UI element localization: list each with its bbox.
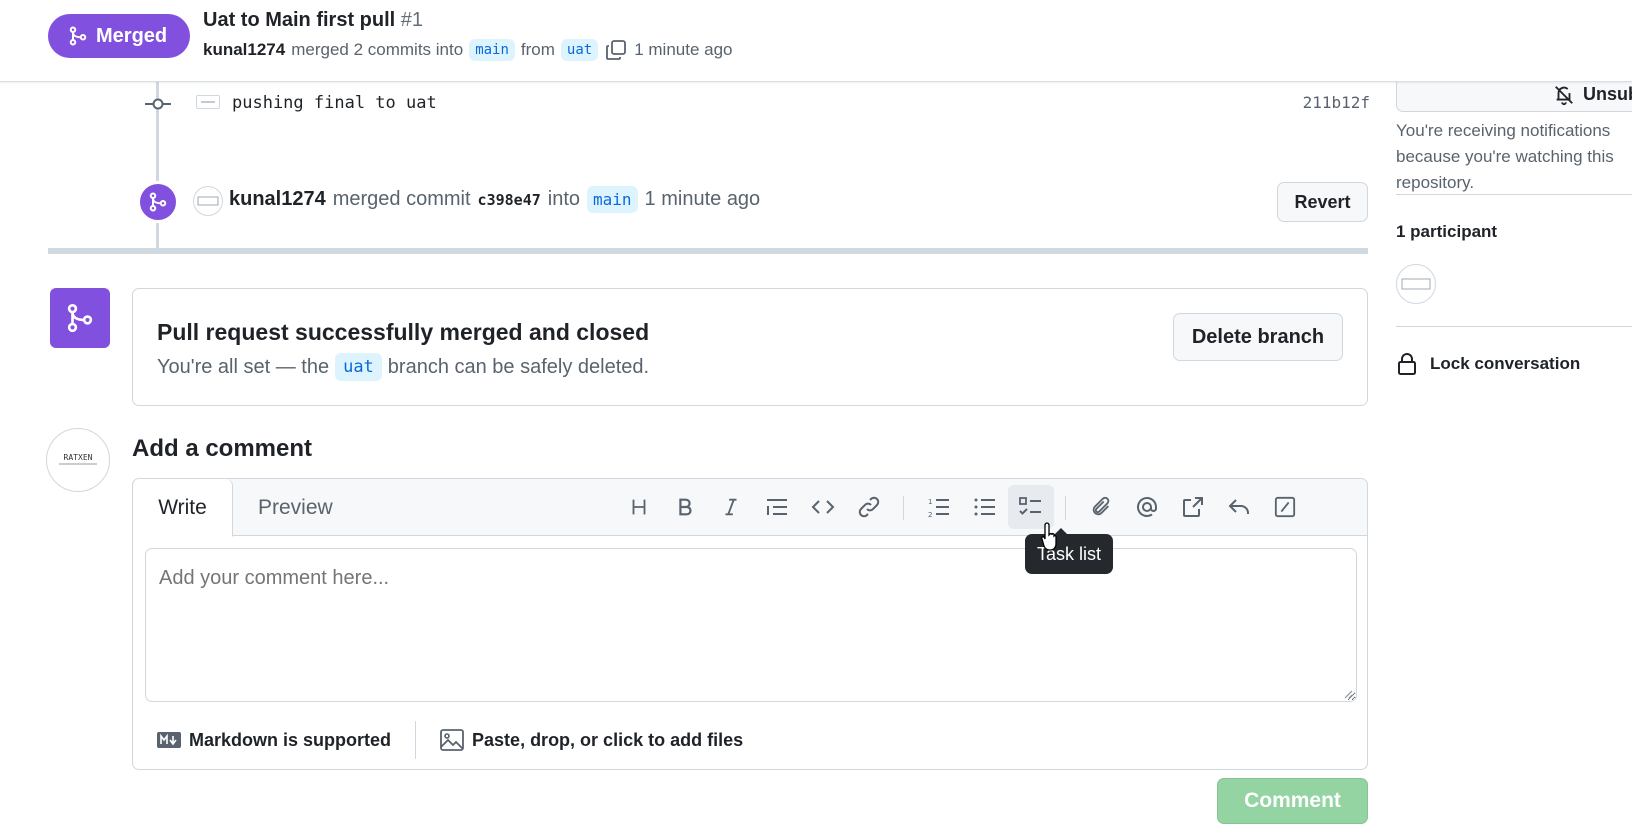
markdown-label: Markdown is supported (189, 729, 392, 750)
avatar-logo-text: RATXEN (64, 453, 93, 462)
toolbar-divider (1065, 496, 1066, 520)
merge-event-text: kunal1274 merged commit c398e47 into mai… (229, 186, 760, 213)
footer-divider (415, 721, 417, 759)
participants-heading: 1 participant (1396, 222, 1498, 241)
sidebar-divider (1396, 194, 1632, 195)
pr-author-link[interactable]: kunal1274 (203, 40, 285, 60)
markdown-icon (157, 732, 181, 748)
saved-reply-icon[interactable] (1216, 485, 1262, 529)
merge-author-link[interactable]: kunal1274 (229, 188, 326, 211)
add-comment-heading: Add a comment (132, 435, 313, 462)
merged-sub-suffix: branch can be safely deleted. (387, 355, 650, 378)
heading-icon[interactable] (616, 485, 662, 529)
sidebar-divider (1396, 326, 1632, 327)
attach-files-link[interactable]: Paste, drop, or click to add files (440, 729, 743, 751)
comment-footer: Markdown is supported Paste, drop, or cl… (133, 711, 1367, 769)
merge-commit-sha[interactable]: c398e47 (478, 191, 541, 209)
bell-slash-icon (1553, 84, 1575, 106)
link-icon[interactable] (846, 485, 892, 529)
current-user-avatar[interactable]: RATXEN (46, 428, 110, 492)
notification-reason: You're receiving notifications because y… (1396, 121, 1614, 192)
merge-action-text: merged commit (332, 188, 471, 210)
participant-avatar[interactable] (1396, 264, 1436, 304)
bold-icon[interactable] (662, 485, 708, 529)
code-icon[interactable] (800, 485, 846, 529)
lock-label: Lock conversation (1430, 354, 1581, 373)
commit-icon (145, 96, 171, 112)
pr-time: 1 minute ago (634, 40, 733, 59)
pr-title: Uat to Main first pull #1 (203, 9, 423, 32)
svg-text:2: 2 (928, 511, 932, 518)
mention-icon[interactable] (1124, 485, 1170, 529)
lock-conversation-button[interactable]: Lock conversation (1396, 352, 1580, 376)
commit-author-avatar[interactable] (196, 95, 220, 109)
toolbar-divider (903, 496, 904, 520)
italic-icon[interactable] (708, 485, 754, 529)
comment-form: Write Preview 12 Markdown is supporte (132, 478, 1368, 770)
merged-text: merged 2 commits into (291, 40, 464, 59)
pr-meta: kunal1274 merged 2 commits into main fro… (203, 38, 733, 62)
merge-time[interactable]: 1 minute ago (645, 188, 761, 211)
hand-cursor-icon (1040, 521, 1062, 551)
image-icon (440, 729, 464, 751)
markdown-toolbar: 12 (133, 479, 1367, 536)
svg-text:1: 1 (928, 498, 932, 506)
sticky-pr-header: Merged Uat to Main first pull #1 kunal12… (0, 0, 1632, 82)
delete-branch-button[interactable]: Delete branch (1173, 313, 1343, 361)
revert-button[interactable]: Revert (1277, 182, 1368, 222)
merged-status-box: Pull request successfully merged and clo… (132, 288, 1368, 406)
git-merge-icon (68, 26, 88, 46)
merged-sub-prefix: You're all set — the (157, 355, 330, 378)
commit-message[interactable]: pushing final to uat (232, 93, 437, 113)
comment-tab-bar: Write Preview 12 (133, 479, 1367, 537)
unsubscribe-label: Unsubscribe (1583, 84, 1632, 104)
head-branch-chip[interactable]: uat (560, 39, 599, 61)
slash-commands-icon[interactable] (1262, 485, 1308, 529)
pr-title-text: Uat to Main first pull (203, 9, 396, 31)
state-label: Merged (96, 24, 168, 47)
task-list-tooltip: Task list (1025, 528, 1114, 574)
commit-sha[interactable]: 211b12f (1303, 93, 1370, 112)
pr-number: #1 (400, 9, 424, 31)
attach-label: Paste, drop, or click to add files (472, 729, 744, 750)
from-text: from (520, 40, 555, 59)
merged-status-subtitle: You're all set — the uat branch can be s… (157, 353, 649, 381)
comment-textarea[interactable] (145, 548, 1357, 702)
timeline-end-bar (48, 248, 1368, 254)
attach-icon[interactable] (1078, 485, 1124, 529)
base-branch-chip[interactable]: main (469, 39, 515, 61)
copy-branch-icon[interactable] (604, 38, 628, 62)
unsubscribe-button[interactable]: Unsubscribe (1396, 78, 1632, 112)
merged-state-badge: Merged (48, 14, 190, 58)
pr-sidebar: Unsubscribe You're receiving notificatio… (1396, 78, 1632, 502)
deletable-branch-chip[interactable]: uat (335, 353, 382, 381)
numbered-list-icon[interactable]: 12 (916, 485, 962, 529)
unordered-list-icon[interactable] (962, 485, 1008, 529)
quote-icon[interactable] (754, 485, 800, 529)
merged-status-icon (50, 288, 110, 348)
merge-branch-chip[interactable]: main (587, 186, 638, 213)
merge-into-text: into (547, 188, 581, 210)
merge-author-avatar[interactable] (193, 186, 223, 216)
merged-status-title: Pull request successfully merged and clo… (157, 319, 650, 345)
comment-submit-button[interactable]: Comment (1217, 778, 1368, 824)
markdown-help-link[interactable]: Markdown is supported (157, 730, 391, 751)
merge-event-icon (137, 181, 179, 223)
lock-icon (1396, 352, 1418, 376)
cross-reference-icon[interactable] (1170, 485, 1216, 529)
resize-grip-icon[interactable] (1343, 689, 1353, 699)
